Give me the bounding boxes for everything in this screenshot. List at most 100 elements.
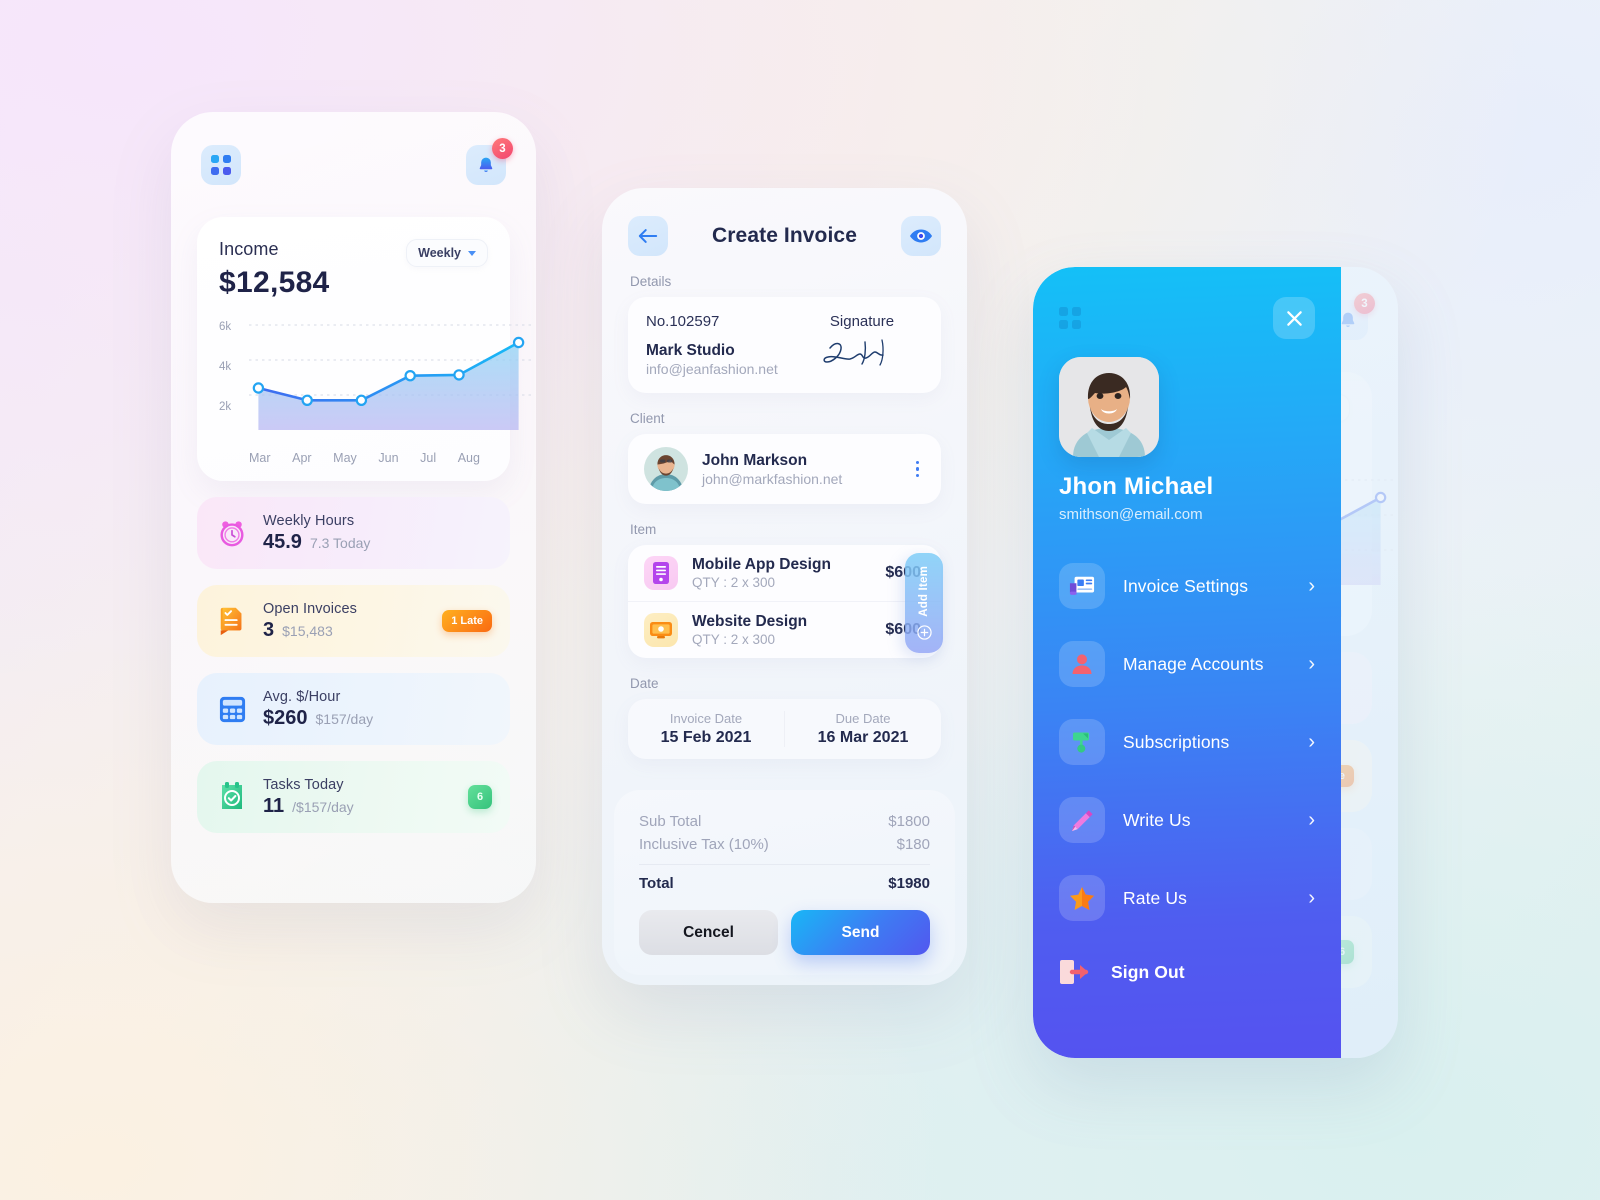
stat-card-avg-rate[interactable]: Avg. $/Hour $260 $157/day: [197, 673, 510, 745]
invoice-number: No.102597: [646, 313, 720, 330]
income-range-dropdown[interactable]: Weekly: [406, 239, 488, 267]
invoice-header: Create Invoice: [602, 188, 967, 256]
pen-icon: [1059, 797, 1105, 843]
chart-data-point: [404, 370, 416, 382]
close-drawer-button[interactable]: [1273, 297, 1315, 339]
stat-value: 11: [263, 794, 285, 817]
item-qty: QTY : 2 x 300: [692, 632, 776, 647]
menu-item-write-us[interactable]: Write Us ›: [1059, 781, 1315, 859]
menu-item-subscriptions[interactable]: Subscriptions ›: [1059, 703, 1315, 781]
invoice-doc-icon: [215, 604, 249, 638]
chart-x-axis: Mar Apr May Jun Jul Aug: [219, 445, 482, 465]
tax-value: $180: [896, 836, 930, 853]
invoice-org-email: info@jeanfashion.net: [646, 361, 778, 377]
x-tick: Apr: [292, 451, 312, 465]
income-card: Income $12,584 Weekly 6k 4k 2k Mar Apr M…: [197, 217, 532, 481]
close-icon: [1286, 310, 1302, 326]
handwritten-signature: [823, 339, 884, 366]
dashboard-phone: 3 Income $12,584 Weekly 6k 4k 2k Mar Apr…: [171, 112, 536, 903]
menu-item-rate-us[interactable]: Rate Us ›: [1059, 859, 1315, 937]
send-button[interactable]: Send: [791, 910, 930, 955]
page-title: Create Invoice: [712, 224, 857, 247]
income-range-label: Weekly: [418, 246, 461, 260]
user-avatar[interactable]: [1059, 357, 1159, 457]
add-item-button[interactable]: Add Item: [905, 553, 943, 653]
user-name: Jhon Michael: [1059, 473, 1214, 500]
total-value: $1980: [888, 875, 930, 892]
x-tick: May: [333, 451, 357, 465]
section-label-client: Client: [630, 411, 665, 426]
side-menu-phone: 3 Income $12,584 Weekly 6k 4k 2k: [1033, 267, 1398, 1058]
eye-icon: [909, 229, 933, 243]
stat-label: Avg. $/Hour: [263, 688, 341, 705]
drawer-menu-list: Invoice Settings › Manage Accounts › Sub…: [1059, 547, 1315, 1007]
client-name: John Markson: [702, 451, 808, 469]
task-check-icon: [215, 780, 249, 814]
details-card: No.102597 Mark Studio info@jeanfashion.n…: [628, 297, 941, 393]
bell-icon: [479, 157, 493, 172]
item-qty: QTY : 2 x 300: [692, 575, 776, 590]
x-tick: Mar: [249, 451, 271, 465]
chart-data-point: [453, 369, 465, 381]
menu-item-manage-accounts[interactable]: Manage Accounts ›: [1059, 625, 1315, 703]
grid-apps-button[interactable]: [201, 145, 241, 185]
stat-sub: $157/day: [315, 710, 374, 727]
preview-button[interactable]: [901, 216, 941, 256]
y-tick-6k: 6k: [219, 321, 232, 333]
subscriptions-icon: [1059, 719, 1105, 765]
sign-out-icon: [1051, 952, 1097, 992]
income-header: Income $12,584 Weekly: [219, 239, 488, 300]
section-label-date: Date: [630, 676, 659, 691]
stat-label: Open Invoices: [263, 600, 357, 617]
subtotal-label: Sub Total: [639, 813, 702, 830]
sign-out-label: Sign Out: [1111, 961, 1185, 982]
arrow-left-icon: [638, 229, 658, 243]
invoice-date-field[interactable]: Invoice Date 15 Feb 2021: [628, 711, 784, 747]
chart-data-point: [1374, 491, 1387, 504]
notification-badge: 3: [492, 138, 513, 159]
total-row: Total $1980: [639, 872, 930, 895]
due-date-field[interactable]: Due Date 16 Mar 2021: [784, 711, 941, 747]
invoice-item-row[interactable]: Mobile App Design QTY : 2 x 300 $600: [628, 545, 941, 601]
person-icon: [1059, 641, 1105, 687]
menu-item-label: Subscriptions: [1123, 731, 1230, 752]
client-avatar: [644, 447, 688, 491]
cancel-button[interactable]: Cencel: [639, 910, 778, 955]
total-label: Total: [639, 875, 674, 892]
back-button[interactable]: [628, 216, 668, 256]
stat-card-open-invoices[interactable]: Open Invoices 3 $15,483 1 Late: [197, 585, 510, 657]
menu-item-label: Write Us: [1123, 809, 1191, 830]
add-item-label: Add Item: [918, 566, 930, 617]
stat-card-tasks-today[interactable]: Tasks Today 11 /$157/day 6: [197, 761, 510, 833]
section-label-item: Item: [630, 522, 657, 537]
x-tick: Jul: [420, 451, 437, 465]
chart-data-point: [512, 336, 525, 349]
subtotal-row: Sub Total $1800: [639, 810, 930, 833]
menu-item-label: Invoice Settings: [1123, 575, 1249, 596]
menu-item-label: Manage Accounts: [1123, 653, 1264, 674]
stat-sub: 7.3 Today: [309, 534, 371, 551]
income-chart: 6k 4k 2k Mar Apr May Jun Jul Aug: [219, 317, 532, 465]
stat-value: 45.9: [263, 530, 302, 553]
y-tick-4k: 4k: [219, 361, 232, 373]
kebab-menu-icon[interactable]: [910, 457, 926, 482]
menu-item-label: Rate Us: [1123, 887, 1187, 908]
menu-item-invoice-settings[interactable]: Invoice Settings ›: [1059, 547, 1315, 625]
stat-value: 3: [263, 618, 275, 641]
menu-item-sign-out[interactable]: Sign Out: [1051, 937, 1315, 1007]
income-amount: $12,584: [219, 266, 330, 299]
stat-label: Tasks Today: [263, 776, 344, 793]
tax-label: Inclusive Tax (10%): [639, 836, 769, 853]
status-badge-late: 1 Late: [442, 610, 492, 632]
invoice-item-row[interactable]: Website Design QTY : 2 x 300 $600: [628, 601, 941, 658]
chart-data-point: [252, 382, 265, 394]
y-tick-2k: 2k: [219, 401, 232, 413]
client-card[interactable]: John Markson john@markfashion.net: [628, 434, 941, 504]
subtotal-value: $1800: [888, 813, 930, 830]
stat-card-weekly-hours[interactable]: Weekly Hours 45.9 7.3 Today: [197, 497, 510, 569]
items-section: Mobile App Design QTY : 2 x 300 $600 Web…: [628, 545, 943, 658]
notification-button[interactable]: 3: [466, 138, 513, 185]
bell-icon: [1341, 312, 1355, 327]
invoice-date-value: 15 Feb 2021: [660, 729, 752, 746]
invoice-settings-icon: [1059, 563, 1105, 609]
